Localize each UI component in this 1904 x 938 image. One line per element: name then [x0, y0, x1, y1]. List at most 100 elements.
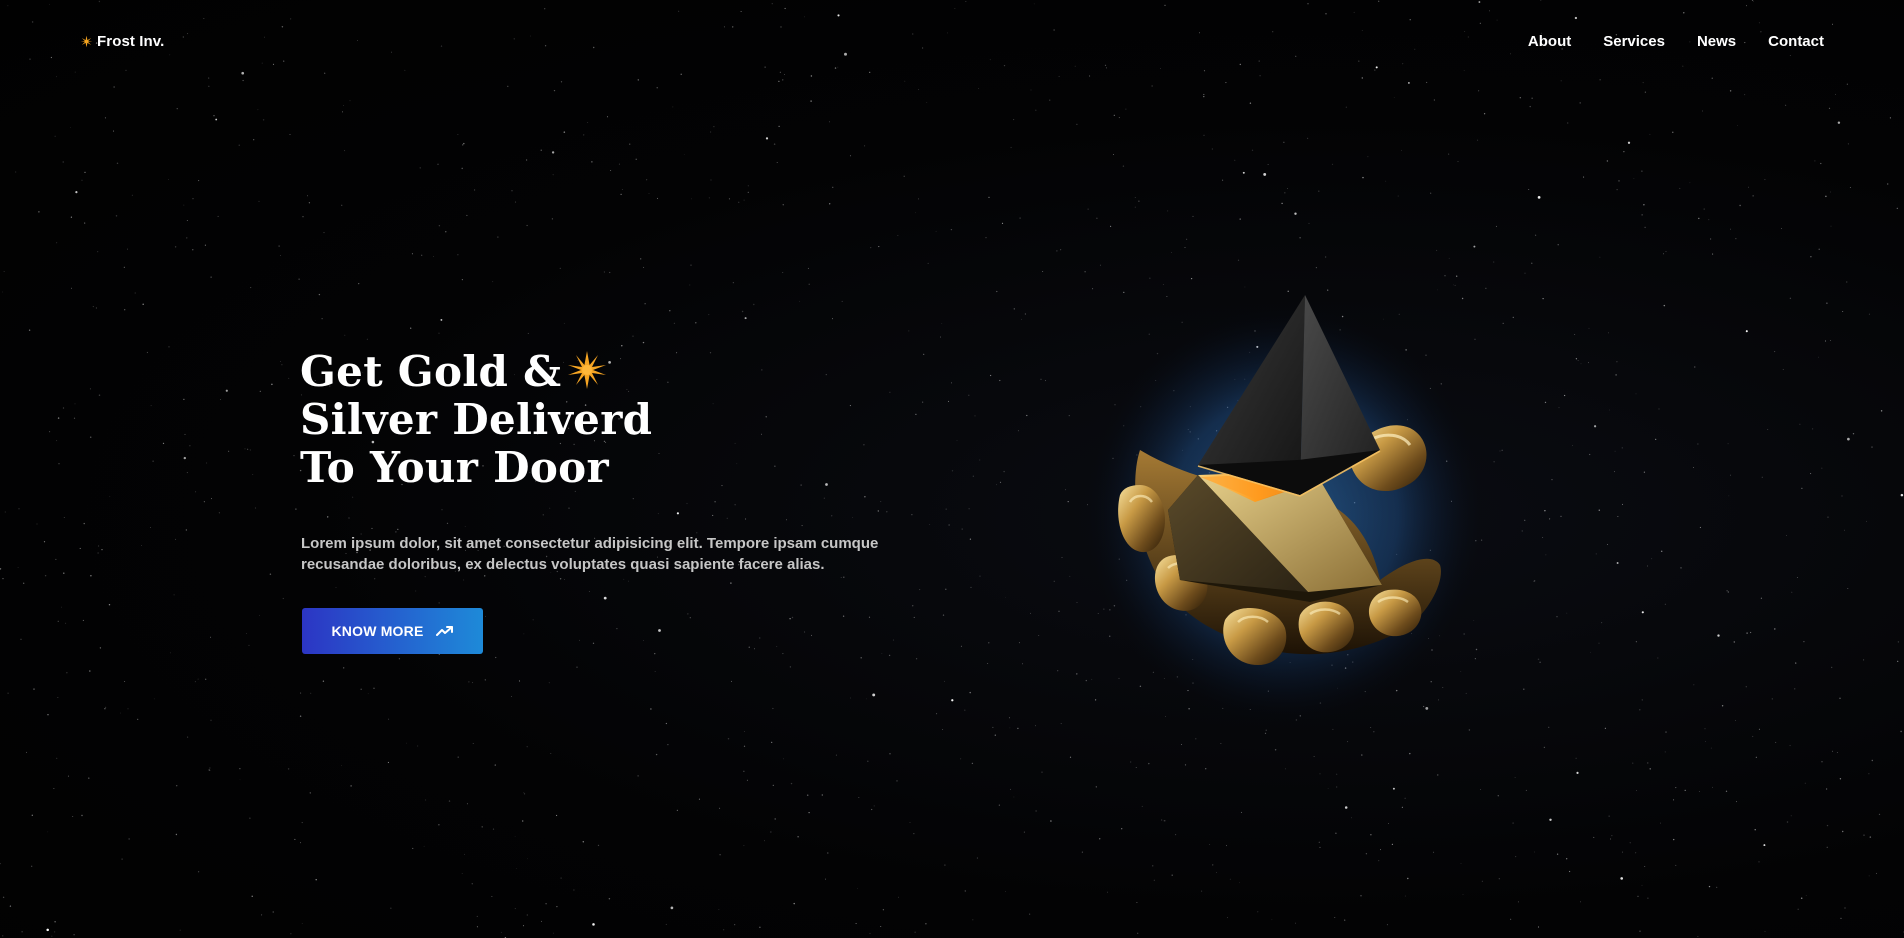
- star: [1863, 659, 1865, 661]
- star: [81, 179, 83, 181]
- star: [412, 847, 414, 849]
- star: [1523, 688, 1525, 690]
- star: [137, 718, 139, 721]
- star: [1728, 495, 1730, 497]
- star: [1818, 248, 1820, 250]
- star: [21, 931, 23, 933]
- star: [1239, 218, 1241, 220]
- star: [909, 821, 911, 823]
- star: [1841, 830, 1844, 833]
- star: [471, 883, 473, 885]
- star: [310, 692, 312, 694]
- star: [657, 197, 658, 199]
- nav-link-about[interactable]: About: [1528, 33, 1571, 50]
- star: [321, 318, 323, 320]
- star: [1240, 811, 1243, 813]
- star: [1404, 797, 1406, 799]
- star: [1679, 187, 1681, 189]
- hero-title-line-3: To Your Door: [300, 443, 609, 492]
- star: [1729, 90, 1732, 92]
- star: [573, 889, 575, 891]
- know-more-button[interactable]: KNOW MORE: [302, 608, 483, 654]
- star: [821, 794, 823, 796]
- star: [855, 922, 857, 925]
- star: [1617, 516, 1619, 517]
- star: [754, 648, 756, 650]
- star: [1257, 911, 1259, 913]
- star: [868, 616, 871, 618]
- star: [1878, 813, 1881, 816]
- star: [251, 895, 253, 897]
- star: [974, 415, 976, 417]
- star: [945, 508, 947, 510]
- star: [691, 198, 692, 200]
- star: [104, 117, 106, 119]
- star: [66, 672, 68, 674]
- star: [1029, 913, 1031, 915]
- star: [1580, 901, 1581, 903]
- star: [461, 873, 463, 874]
- nav-link-news[interactable]: News: [1697, 33, 1736, 50]
- star: [344, 334, 346, 336]
- star: [1736, 801, 1737, 803]
- star: [374, 578, 376, 580]
- star: [1281, 202, 1283, 205]
- star: [525, 159, 528, 161]
- star: [1752, 735, 1754, 738]
- star: [870, 246, 872, 249]
- star: [644, 303, 646, 305]
- star: [228, 450, 230, 452]
- star: [56, 242, 58, 244]
- star: [46, 928, 49, 932]
- star: [1350, 817, 1353, 819]
- star: [1580, 363, 1582, 365]
- star: [1299, 237, 1301, 239]
- star: [1791, 591, 1793, 593]
- star: [878, 246, 880, 248]
- star: [1785, 104, 1787, 106]
- star: [616, 627, 618, 630]
- star: [1242, 171, 1245, 174]
- star: [827, 852, 829, 854]
- star: [1284, 768, 1286, 770]
- star: [591, 161, 593, 163]
- star: [187, 736, 189, 738]
- star: [1076, 602, 1078, 603]
- star: [195, 491, 197, 493]
- star: [1641, 170, 1643, 172]
- star: [466, 214, 468, 217]
- star: [1095, 786, 1097, 788]
- star: [1125, 108, 1127, 110]
- star: [1589, 453, 1591, 456]
- star: [1697, 443, 1699, 445]
- star: [366, 338, 368, 340]
- nav-link-services[interactable]: Services: [1603, 33, 1665, 50]
- star: [1633, 178, 1635, 179]
- star: [183, 398, 185, 401]
- star: [1764, 179, 1766, 181]
- star: [238, 144, 240, 146]
- star: [1889, 117, 1891, 119]
- star: [61, 606, 62, 608]
- star: [1437, 774, 1439, 776]
- star: [669, 309, 671, 312]
- star: [239, 768, 241, 770]
- star: [1203, 96, 1205, 98]
- star: [73, 933, 75, 936]
- star: [437, 163, 439, 165]
- star: [440, 318, 443, 321]
- star: [1480, 789, 1482, 790]
- star: [1537, 658, 1540, 661]
- star: [1786, 821, 1789, 823]
- brand-logo[interactable]: Frost Inv.: [80, 33, 164, 50]
- nav-link-contact[interactable]: Contact: [1768, 33, 1824, 50]
- star: [318, 293, 321, 296]
- star: [1141, 805, 1143, 807]
- star: [1528, 188, 1530, 191]
- star: [782, 272, 784, 273]
- star: [1409, 752, 1411, 755]
- star: [1726, 590, 1728, 592]
- star: [579, 639, 580, 641]
- star: [1644, 865, 1646, 868]
- star: [367, 693, 369, 695]
